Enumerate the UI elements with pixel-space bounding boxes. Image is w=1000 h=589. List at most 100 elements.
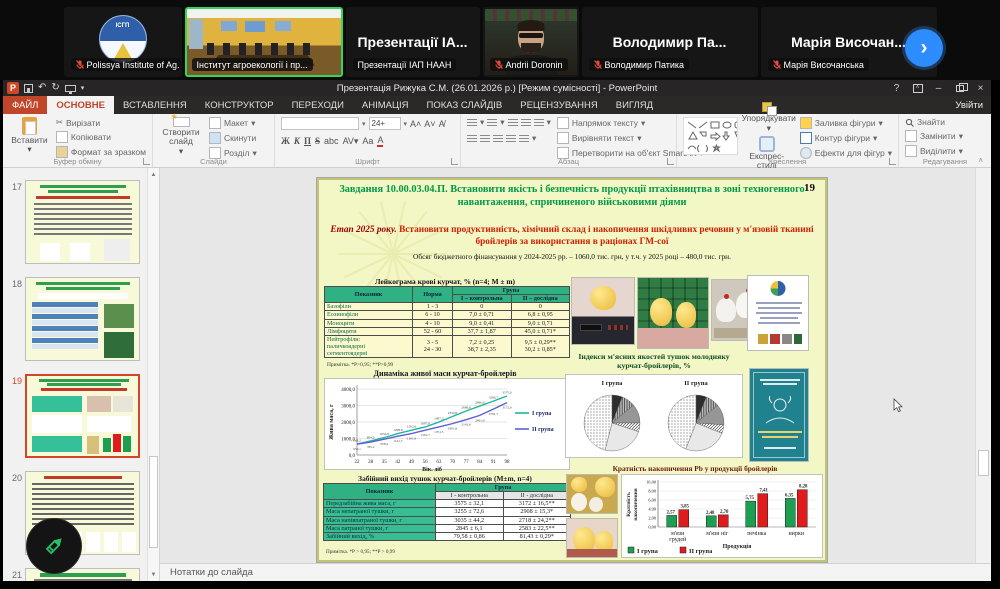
tab-файл[interactable]: ФАЙЛ [3, 96, 47, 114]
thumbnail-image[interactable] [25, 277, 140, 361]
collapse-ribbon-button[interactable]: ˄ [978, 156, 983, 165]
undo-icon[interactable]: ↶ [38, 83, 46, 93]
photo-yellow-chicks[interactable] [566, 518, 618, 558]
find-button[interactable]: Знайти [905, 117, 963, 127]
layout-button[interactable]: Макет ▾ [209, 117, 257, 129]
strikethrough-button[interactable]: S [315, 136, 320, 146]
next-participants-button[interactable]: › [905, 29, 943, 67]
leukogram-table[interactable]: ПоказникНормаГрупаІ – контрольнаІІ – дос… [324, 286, 570, 358]
tab-основне[interactable]: ОСНОВНЕ [47, 96, 114, 114]
pie-charts[interactable]: І групаІІ група [565, 374, 743, 458]
poster-document[interactable] [747, 275, 809, 351]
save-icon[interactable] [24, 84, 33, 93]
tab-конструктор[interactable]: КОНСТРУКТОР [196, 96, 283, 114]
shrink-font-button[interactable]: A˅ [424, 119, 435, 129]
participant-name: Володимир Патика [605, 60, 685, 70]
increase-indent-icon[interactable] [521, 119, 531, 127]
participant-tile[interactable]: ІСГПPolissya Institute of Ag... [64, 7, 182, 77]
shapes-gallery[interactable] [683, 117, 738, 155]
change-case-button[interactable]: Aa [362, 136, 373, 146]
photo-chick-on-scale[interactable] [571, 277, 635, 345]
book-cover[interactable] [749, 368, 809, 462]
svg-text:І група: І група [637, 548, 659, 555]
columns-icon[interactable] [519, 135, 529, 143]
font-dialog-launcher[interactable] [451, 158, 458, 165]
thumbnail-image[interactable] [25, 180, 140, 264]
align-left-icon[interactable] [467, 135, 477, 143]
slide-thumbnail-18[interactable]: 18 [3, 277, 159, 365]
ribbon-group-clipboard: Вставити▾ ✂Вирізати Копіювати Формат за … [3, 114, 153, 167]
select-button[interactable]: Виділити ▾ [905, 145, 963, 157]
shape-fill-button[interactable]: Заливка фігури ▾ [800, 117, 892, 129]
slide-stage-line[interactable]: Етап 2025 року. Встановити продуктивніст… [323, 225, 821, 248]
restore-button[interactable] [949, 80, 970, 96]
vertical-scrollbar-thumb[interactable] [978, 450, 989, 476]
clear-formatting-button[interactable]: A̸ [439, 119, 445, 129]
drawing-dialog-launcher[interactable] [889, 158, 896, 165]
tab-переходи[interactable]: ПЕРЕХОДИ [283, 96, 353, 114]
replace-button[interactable]: Замінити ▾ [905, 130, 963, 142]
tab-показ-слайдів[interactable]: ПОКАЗ СЛАЙДІВ [418, 96, 512, 114]
grow-font-button[interactable]: A˄ [410, 119, 421, 129]
ribbon-options-button[interactable]: ˄ [907, 80, 928, 96]
qat-dropdown-icon[interactable]: ▾ [81, 85, 85, 92]
numbering-icon[interactable] [487, 119, 497, 127]
shape-outline-button[interactable]: Контур фігури ▾ [800, 132, 892, 144]
tab-вигляд[interactable]: ВИГЛЯД [607, 96, 662, 114]
funding-line[interactable]: Обсяг бюджетного фінансування у 2024-202… [323, 252, 821, 261]
slide-thumbnail-19[interactable]: 19 [3, 374, 159, 462]
minimize-button[interactable]: – [928, 80, 949, 96]
notes-bar[interactable]: Нотатки до слайда [160, 563, 991, 581]
tab-вставлення[interactable]: ВСТАВЛЕННЯ [114, 96, 196, 114]
arrange-button[interactable]: Упорядкувати▾ [744, 102, 794, 133]
slide-canvas[interactable]: 19 Завдання 10.00.03.04.П. Встановити як… [317, 178, 827, 562]
line-spacing-icon[interactable] [534, 119, 544, 127]
mass-chart[interactable]: 0,01000,02000,03000,04000,02228354249566… [324, 378, 570, 470]
help-button[interactable]: ? [886, 80, 907, 96]
underline-button[interactable]: П [304, 136, 311, 146]
copy-button[interactable]: Копіювати [56, 131, 146, 143]
clipboard-dialog-launcher[interactable] [143, 158, 150, 165]
character-spacing-button[interactable]: AV▾ [343, 136, 359, 147]
tab-анімація[interactable]: АНІМАЦІЯ [353, 96, 418, 114]
svg-text:печінка: печінка [747, 531, 766, 537]
italic-button[interactable]: К [294, 136, 300, 146]
pb-bar-chart[interactable]: 0,002,004,006,008,0010,002,573,85м'язигр… [621, 474, 823, 558]
align-right-icon[interactable] [493, 135, 503, 143]
align-center-icon[interactable] [480, 135, 490, 143]
decrease-indent-icon[interactable] [508, 119, 518, 127]
slaughter-table[interactable]: ПоказникГрупаІ - контрольнаІІ - дослідна… [323, 483, 571, 541]
svg-text:8,00: 8,00 [648, 489, 656, 495]
annotation-pencil-button[interactable] [26, 518, 82, 574]
cut-button[interactable]: ✂Вирізати [56, 117, 146, 128]
slide-thumbnail-21[interactable]: 21 [3, 568, 159, 581]
powerpoint-logo-icon[interactable]: P [7, 82, 19, 94]
close-button[interactable]: × [970, 80, 991, 96]
paragraph-dialog-launcher[interactable] [667, 158, 674, 165]
justify-icon[interactable] [506, 135, 516, 143]
reset-button[interactable]: Скинути [209, 132, 257, 144]
font-name-input[interactable] [281, 117, 359, 130]
new-slide-button[interactable]: Створити слайд▾ [159, 117, 203, 156]
slideshow-icon[interactable] [65, 85, 76, 92]
bold-button[interactable]: Ж [281, 136, 290, 146]
font-color-button[interactable]: A [377, 135, 383, 147]
vertical-scrollbar[interactable] [975, 168, 991, 563]
bullets-icon[interactable] [467, 119, 477, 127]
tab-рецензування[interactable]: РЕЦЕНЗУВАННЯ [511, 96, 607, 114]
photo-chicks-and-eggs[interactable] [566, 474, 618, 514]
participant-tile[interactable]: Володимир Па...Володимир Патика [582, 7, 758, 77]
shadow-button[interactable]: abc [324, 136, 339, 146]
slide-thumbnail-17[interactable]: 17 [3, 180, 159, 268]
paste-button[interactable]: Вставити▾ [9, 117, 50, 156]
slide-title[interactable]: Завдання 10.00.03.04.П. Встановити якіст… [333, 183, 811, 209]
photo-two-chicks[interactable] [637, 277, 709, 349]
participant-tile[interactable]: Інститут агроекології і пр... [185, 7, 343, 77]
sign-in-link[interactable]: Увійти [955, 96, 983, 114]
redo-icon[interactable]: ↻ [51, 83, 59, 93]
thumbnail-image[interactable] [25, 374, 140, 458]
group-label-paragraph: Абзац [461, 157, 676, 166]
font-size-input[interactable]: 24+ [369, 117, 401, 130]
participant-tile[interactable]: Andrii Doronin [483, 7, 579, 77]
participant-tile[interactable]: Презентації ІА...Презентації ІАП НААН [346, 7, 480, 77]
